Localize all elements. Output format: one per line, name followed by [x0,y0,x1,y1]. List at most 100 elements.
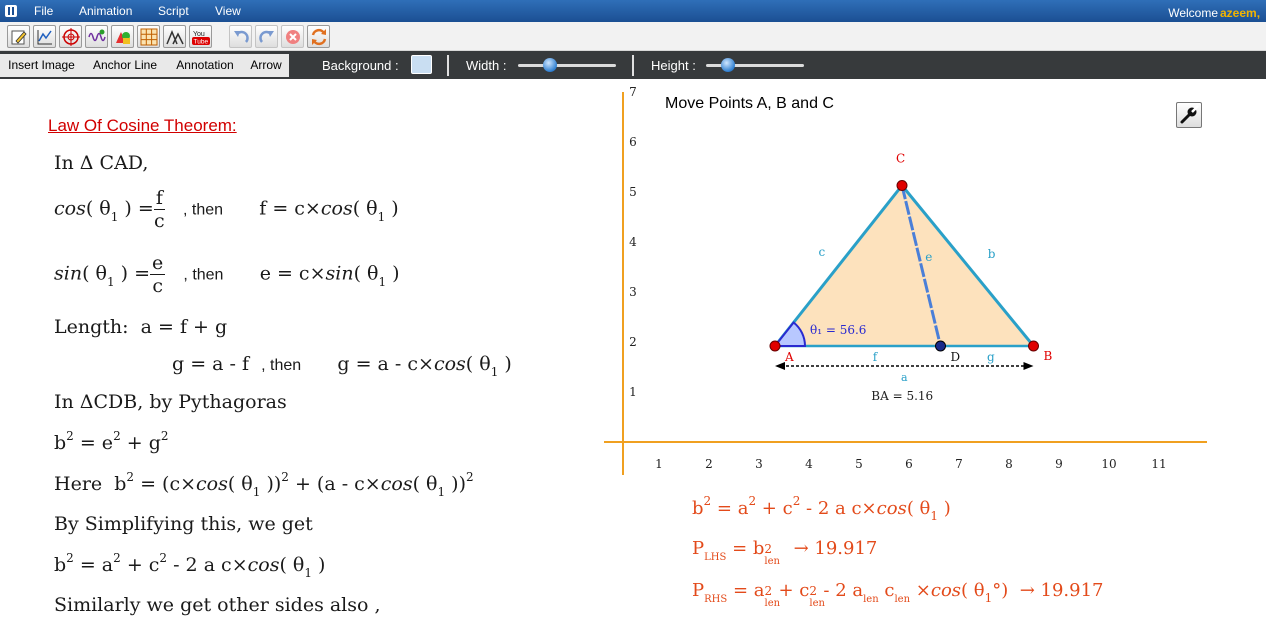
label-a: a [901,371,908,384]
crosshair-icon [62,28,80,46]
menu-script[interactable]: Script [158,4,189,18]
label-f: f [873,350,879,364]
x-tick-label: 6 [905,457,913,471]
username: azeem, [1220,6,1261,20]
arrow-button[interactable]: Arrow [243,54,289,77]
point-d [935,340,946,352]
background-label: Background : [322,58,399,73]
point-c [896,180,908,191]
grid-tool-button[interactable] [137,25,160,48]
edit-tool-button[interactable] [7,25,30,48]
then-text: , then [183,266,224,284]
red-eq-cosine-law: b2 = a2 + c2 - 2 a c×cos( θ1 ) [692,494,951,523]
ba-arrow-left [775,362,785,370]
length-eq: a = f + g [140,316,228,338]
law-title: Law Of Cosine Theorem: [48,116,237,135]
divider [447,55,449,76]
properties-bar: Insert Image Anchor Line Annotation Arro… [0,51,1266,79]
target-tool-button[interactable] [59,25,82,48]
delete-button[interactable] [281,25,304,48]
point-a [769,340,781,352]
label-b: b [988,247,996,261]
pencil-icon [11,30,27,45]
youtube-button[interactable]: You Tube [189,25,212,48]
refresh-button[interactable] [307,25,330,48]
eq-here: Here b2 = (c×cos( θ1 ))2 + (a - c×cos( θ… [54,470,474,499]
x-tick-label: 1 [655,457,663,471]
shapes-icon [116,32,130,44]
triangle-fill [775,185,1034,346]
y-tick-label: 2 [629,335,637,349]
eq-result: b2 = a2 + c2 - 2 a c×cos( θ1 ) [54,551,326,580]
angle-label: θ₁ = 56.6 [810,323,866,337]
label-point-b: B [1044,349,1053,363]
close-icon [286,30,300,44]
app-logo-icon[interactable] [3,3,19,19]
youtube-icon: You Tube [192,31,210,46]
rhs-value: → 19.917 [1019,580,1104,601]
width-slider[interactable] [518,64,616,67]
undo-button[interactable] [229,25,252,48]
eq-cos: cos( θ1 ) = f c , then f = c×cos( θ1 ) [54,187,399,232]
eq-length: Length: a = f + g [54,316,227,338]
grid-icon [140,28,158,46]
label-point-a: A [784,350,794,364]
triangle-icon [166,30,184,45]
settings-button[interactable] [1176,102,1202,128]
graph-tool-button[interactable] [33,25,56,48]
label-point-d: D [951,350,961,364]
wave-icon [88,29,106,42]
label-e: e [925,250,932,264]
menu-animation[interactable]: Animation [79,4,132,18]
length-label: Length: [54,316,129,338]
then-text: , then [261,357,302,374]
menu-view[interactable]: View [215,4,241,18]
here-label: Here [54,473,103,495]
x-tick-label: 10 [1101,457,1116,471]
width-slider-thumb[interactable] [543,58,558,72]
eq-in-cad: In Δ CAD, [54,152,149,174]
then-text: , then [182,201,224,219]
x-tick-label: 11 [1151,457,1166,471]
background-color-swatch[interactable] [411,55,432,74]
eq-in-cdb: In ΔCDB, by Pythagoras [54,391,287,413]
anchor-line-button[interactable]: Anchor Line [83,54,167,77]
insert-image-button[interactable]: Insert Image [0,54,83,77]
annotation-button[interactable]: Annotation [167,54,243,77]
undo-icon [234,30,249,43]
y-tick-label: 7 [629,85,637,99]
eq-g: g = a - f , then g = a - c×cos( θ1 ) [172,353,512,379]
label-point-c: C [896,152,905,166]
redo-icon [259,30,274,43]
y-tick-label: 1 [629,385,637,399]
lhs-value: → 19.917 [793,538,878,559]
eq-sin: sin( θ1 ) = e c , then e = c×sin( θ1 ) [54,252,400,297]
y-tick-label: 5 [629,185,637,199]
eq-simplify: By Simplifying this, we get [54,513,313,535]
line-graph-icon [37,30,52,45]
menu-bar: File Animation Script View Welcome azeem… [0,0,1266,22]
shapes-tool-button[interactable] [111,25,134,48]
point-b [1028,340,1039,352]
redo-button[interactable] [255,25,278,48]
red-eq-rhs: PRHS = a 2 len + c 2 len - 2 alen clen ×cos( θ… [692,580,1104,609]
x-tick-label: 8 [1005,457,1013,471]
menu-file[interactable]: File [34,4,53,18]
ba-arrow-right [1023,362,1034,370]
x-tick-label: 2 [705,457,713,471]
x-tick-label: 9 [1055,457,1063,471]
welcome-text: Welcome [1168,6,1218,20]
y-tick-label: 6 [629,135,637,149]
ba-length-label: BA = 5.16 [871,389,933,403]
x-tick-label: 4 [805,457,813,471]
wave-tool-button[interactable] [85,25,108,48]
triangle-tool-button[interactable] [163,25,186,48]
eq-pythagoras: b2 = e2 + g2 [54,429,169,454]
height-label: Height : [651,58,696,73]
label-c: c [819,245,826,259]
x-tick-label: 3 [755,457,763,471]
svg-text:You: You [193,31,205,38]
derivation-panel: Law Of Cosine Theorem: In Δ CAD, cos( θ1… [0,80,600,637]
swap-icon [311,28,327,46]
height-slider-thumb[interactable] [720,58,735,72]
